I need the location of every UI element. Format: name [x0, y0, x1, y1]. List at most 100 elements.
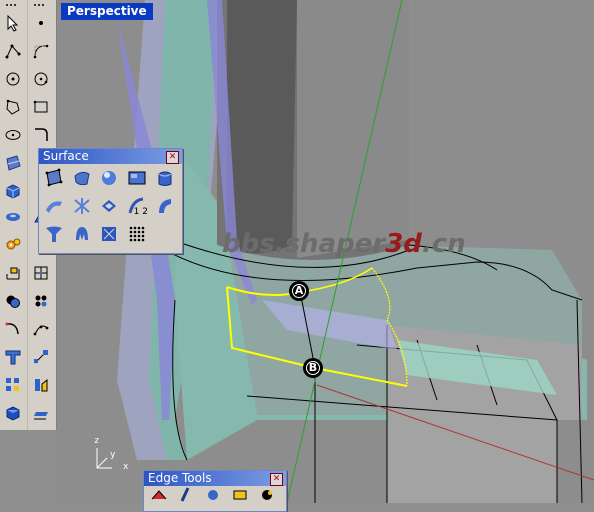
surface-sweep-1-2-button[interactable]: 1 2: [125, 194, 149, 218]
boolean-tool[interactable]: [2, 290, 24, 312]
polygon-icon: [6, 99, 20, 115]
patch-extend-icon: [76, 227, 88, 240]
watermark-part1: bbs.shaper: [222, 229, 386, 259]
watermark-highlight: 3d: [385, 229, 422, 259]
join-edge-button[interactable]: [228, 487, 252, 503]
split-edge-button[interactable]: [174, 487, 198, 503]
surface-sweep-button[interactable]: [42, 194, 66, 218]
surface-from-points-button[interactable]: [42, 166, 66, 190]
rectangle-tool[interactable]: [30, 96, 52, 118]
toolbar-separator: [27, 0, 28, 430]
surface-patch-button[interactable]: [42, 222, 66, 246]
toolbar-grip-icon: [6, 4, 16, 6]
boolean-icon: [6, 295, 20, 308]
surface-plane-button[interactable]: [125, 166, 149, 190]
analyze-tool[interactable]: [30, 290, 52, 312]
rebuild-edges-button[interactable]: [255, 487, 279, 503]
gear-icon: [6, 238, 21, 250]
blend-curve-tool[interactable]: [30, 318, 52, 340]
rebuild-edges-icon: [262, 490, 272, 500]
curve-tool[interactable]: [30, 40, 52, 62]
layer-tool[interactable]: [30, 402, 52, 424]
point-label-b: B: [303, 358, 323, 378]
merge-edge-icon: [208, 490, 218, 500]
dimension-tool[interactable]: [2, 262, 24, 284]
surface-from-edge-curves-button[interactable]: [70, 166, 94, 190]
watermark-part2: .cn: [421, 229, 466, 259]
render-box-tool[interactable]: [2, 402, 24, 424]
torus-tool[interactable]: [2, 206, 24, 228]
box-icon: [6, 184, 20, 199]
surface-palette-close-button[interactable]: ✕: [166, 151, 179, 164]
arc-tool[interactable]: [30, 68, 52, 90]
solid-box-tool[interactable]: [2, 180, 24, 202]
scale-icon: [34, 350, 48, 364]
point-tool[interactable]: [30, 12, 52, 34]
analyze-icon: [35, 295, 47, 307]
curve-icon: [5, 322, 19, 335]
surface-palette-titlebar[interactable]: Surface ✕: [39, 149, 182, 164]
sweep-rail-label: 1 2: [133, 207, 148, 217]
fillet-tool[interactable]: [30, 124, 52, 146]
surface-drape-button[interactable]: [97, 222, 121, 246]
axis-label-y: y: [110, 450, 116, 460]
surface-patch-extend-button[interactable]: [70, 222, 94, 246]
surface-revolve-button[interactable]: [153, 194, 177, 218]
blend-curve-icon: [33, 325, 49, 336]
select-arrow-icon: [7, 14, 19, 32]
ellipse-tool[interactable]: [2, 124, 24, 146]
show-edges-button[interactable]: [147, 487, 171, 503]
edge-tools-title: Edge Tools: [148, 471, 212, 485]
extrude-surface-icon: [158, 171, 172, 186]
split-edge-icon: [180, 487, 190, 502]
drape-icon: [102, 227, 116, 241]
select-arrow-tool[interactable]: [2, 12, 24, 34]
scale-tool[interactable]: [30, 346, 52, 368]
surface-sphere-button[interactable]: [97, 166, 121, 190]
loft-icon: [102, 200, 116, 212]
control-point-curve-icon: [33, 44, 49, 59]
plane-icon: [128, 171, 146, 185]
edge-tools-palette[interactable]: Edge Tools ✕: [143, 470, 287, 512]
layer-icon: [34, 412, 48, 420]
polyline-icon: [5, 44, 21, 59]
surface-extrude-button[interactable]: [153, 166, 177, 190]
patch-icon: [46, 226, 62, 242]
circle-tool[interactable]: [2, 68, 24, 90]
polygon-tool[interactable]: [2, 96, 24, 118]
viewport-title[interactable]: Perspective: [61, 3, 153, 20]
mesh-tool[interactable]: [30, 262, 52, 284]
sphere-icon: [102, 171, 116, 185]
rectangle-icon: [33, 100, 48, 113]
surface-network-button[interactable]: [70, 194, 94, 218]
surface-point-grid-button[interactable]: [125, 222, 149, 246]
edge-curves-icon: [74, 171, 90, 186]
join-edge-icon: [233, 490, 247, 500]
ellipse-icon: [5, 130, 21, 140]
arc-icon: [34, 72, 48, 86]
transform-tool[interactable]: [2, 234, 24, 256]
edge-tools-titlebar[interactable]: Edge Tools ✕: [144, 471, 286, 486]
surface-loft-button[interactable]: [97, 194, 121, 218]
fillet-icon: [35, 128, 48, 141]
text-t-icon: [5, 350, 21, 365]
text-tool[interactable]: [2, 346, 24, 368]
merge-edge-button[interactable]: [201, 487, 225, 503]
surface-palette[interactable]: Surface ✕ 1 2: [38, 148, 183, 254]
sweep-icon: [46, 201, 62, 213]
show-edges-icon: [151, 490, 167, 500]
axis-label-z: z: [94, 436, 100, 446]
surface-patch-icon: [6, 155, 21, 171]
torus-icon: [6, 213, 20, 221]
axis-label-x: x: [123, 462, 129, 472]
dimension-icon: [6, 267, 20, 280]
watermark-text: bbs.shaper3d.cn: [222, 229, 466, 259]
curve-from-object-tool[interactable]: [2, 318, 24, 340]
array-tool[interactable]: [2, 374, 24, 396]
network-icon: [74, 198, 90, 214]
surface-toolbar-button[interactable]: [2, 152, 24, 174]
surface-palette-title: Surface: [43, 149, 89, 163]
mirror-tool[interactable]: [30, 374, 52, 396]
array-icon: [6, 378, 19, 391]
polyline-tool[interactable]: [2, 40, 24, 62]
